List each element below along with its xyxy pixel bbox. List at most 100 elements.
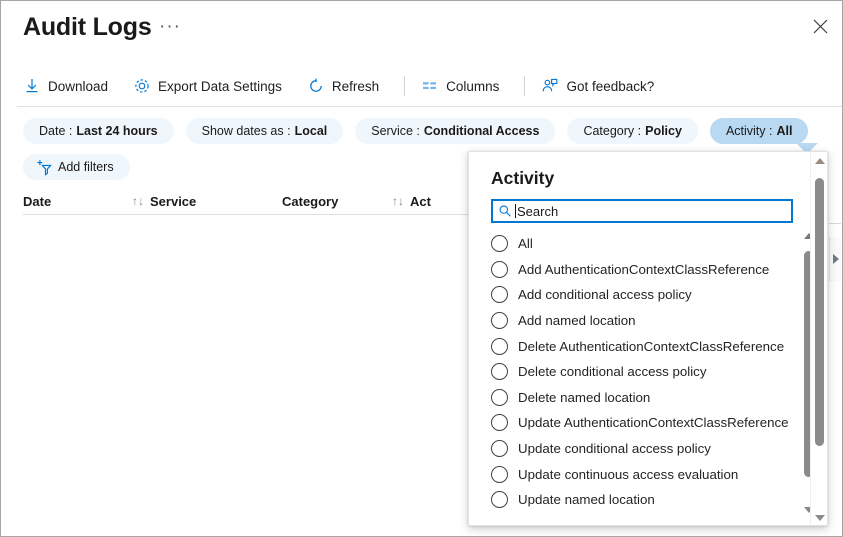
radio-button[interactable] [491,440,508,457]
got-feedback-button[interactable]: Got feedback? [539,70,664,102]
audit-logs-page: Audit Logs ··· Download Export Data Se [0,0,843,537]
activity-option-label: Delete conditional access policy [518,364,706,379]
activity-option-label: Update conditional access policy [518,441,711,456]
expand-panel-button[interactable] [829,237,841,281]
columns-icon [421,77,439,95]
more-options-icon[interactable]: ··· [159,17,181,37]
filter-pill-row: Date : Last 24 hours Show dates as : Loc… [1,113,843,149]
radio-button[interactable] [491,261,508,278]
export-data-settings-label: Export Data Settings [158,79,282,94]
activity-option-label: All [518,236,533,251]
gear-icon [133,77,151,95]
panel-scrollbar[interactable] [810,152,827,526]
activity-option[interactable]: Delete conditional access policy [491,359,801,385]
activity-option-label: Add named location [518,313,636,328]
activity-option-label: Add conditional access policy [518,287,692,302]
columns-label: Columns [446,79,499,94]
list-bottom-fade [470,516,809,525]
got-feedback-label: Got feedback? [566,79,654,94]
add-filters-label: Add filters [58,160,114,174]
sort-icon-category[interactable]: ↑↓ [392,195,404,207]
filter-pill-service[interactable]: Service : Conditional Access [355,118,555,144]
download-label: Download [48,79,108,94]
activity-option-label: Update AuthenticationContextClassReferen… [518,415,789,430]
radio-button[interactable] [491,466,508,483]
filter-pill-date-label: Date : [39,124,72,138]
filter-pill-category-value: Policy [645,124,682,138]
activity-option[interactable]: Add conditional access policy [491,282,801,308]
activity-option-label: Update named location [518,492,655,507]
filter-pill-service-value: Conditional Access [424,124,540,138]
filter-pill-activity-value: All [776,124,792,138]
close-button[interactable] [802,9,838,43]
columns-button[interactable]: Columns [419,70,509,102]
activity-option[interactable]: Update named location [491,487,801,512]
filter-pill-service-label: Service : [371,124,420,138]
chevron-right-icon [833,254,839,264]
activity-option[interactable]: Delete named location [491,385,801,411]
refresh-icon [307,77,325,95]
search-box[interactable] [491,199,793,223]
sort-icon-date[interactable]: ↑↓ [132,195,144,207]
activity-option[interactable]: All [491,231,801,257]
refresh-button[interactable]: Refresh [305,70,389,102]
radio-button[interactable] [491,286,508,303]
activity-option[interactable]: Add AuthenticationContextClassReference [491,257,801,283]
radio-button[interactable] [491,389,508,406]
activity-option-list[interactable]: All Add AuthenticationContextClassRefere… [491,231,801,512]
activity-option[interactable]: Delete AuthenticationContextClassReferen… [491,333,801,359]
column-header-category[interactable]: Category [282,194,386,209]
radio-button[interactable] [491,338,508,355]
expander-divider [829,223,841,224]
column-header-service[interactable]: Service [150,194,282,209]
column-header-activity-label: Act [410,194,431,209]
feedback-icon [541,77,559,95]
radio-button[interactable] [491,414,508,431]
filter-pill-category-label: Category : [583,124,641,138]
page-title: Audit Logs [23,13,152,42]
activity-option-label: Delete AuthenticationContextClassReferen… [518,339,784,354]
activity-option-label: Update continuous access evaluation [518,467,738,482]
filter-pill-activity-label: Activity : [726,124,773,138]
column-header-activity[interactable]: Act [410,194,431,209]
activity-filter-panel: Activity All Add AuthenticationContextCl… [468,151,828,526]
column-header-service-label: Service [150,194,196,209]
scroll-up-arrow-icon[interactable] [815,158,825,164]
toolbar-divider-1 [404,76,405,96]
export-data-settings-button[interactable]: Export Data Settings [131,70,292,102]
column-header-category-label: Category [282,194,338,209]
column-header-date-label: Date [23,194,51,209]
radio-button[interactable] [491,235,508,252]
panel-title: Activity [491,168,554,189]
filter-pill-show-dates-as-label: Show dates as : [202,124,291,138]
radio-button[interactable] [491,363,508,380]
activity-option[interactable]: Add named location [491,308,801,334]
filter-pill-show-dates-as[interactable]: Show dates as : Local [186,118,344,144]
download-icon [23,77,41,95]
radio-button[interactable] [491,312,508,329]
column-header-date[interactable]: Date [23,194,126,209]
activity-option[interactable]: Update continuous access evaluation [491,461,801,487]
radio-button[interactable] [491,491,508,508]
search-input[interactable] [516,202,791,220]
search-icon [498,204,512,218]
filter-pill-date-value: Last 24 hours [76,124,157,138]
activity-option[interactable]: Update AuthenticationContextClassReferen… [491,410,801,436]
close-icon [813,19,828,34]
toolbar-divider-2 [524,76,525,96]
filter-pill-show-dates-as-value: Local [295,124,328,138]
filter-pill-category[interactable]: Category : Policy [567,118,698,144]
command-bar: Download Export Data Settings Refresh [1,65,843,107]
activity-option-label: Add AuthenticationContextClassReference [518,262,769,277]
activity-option[interactable]: Update conditional access policy [491,436,801,462]
add-filter-icon [35,159,52,176]
scroll-down-arrow-icon[interactable] [815,515,825,521]
filter-pill-date[interactable]: Date : Last 24 hours [23,118,174,144]
add-filters-button[interactable]: Add filters [23,154,130,180]
scrollbar-thumb[interactable] [815,178,824,446]
filter-pill-activity[interactable]: Activity : All [710,118,809,144]
activity-option-label: Delete named location [518,390,650,405]
refresh-label: Refresh [332,79,379,94]
download-button[interactable]: Download [21,70,118,102]
title-bar: Audit Logs ··· [1,1,843,57]
